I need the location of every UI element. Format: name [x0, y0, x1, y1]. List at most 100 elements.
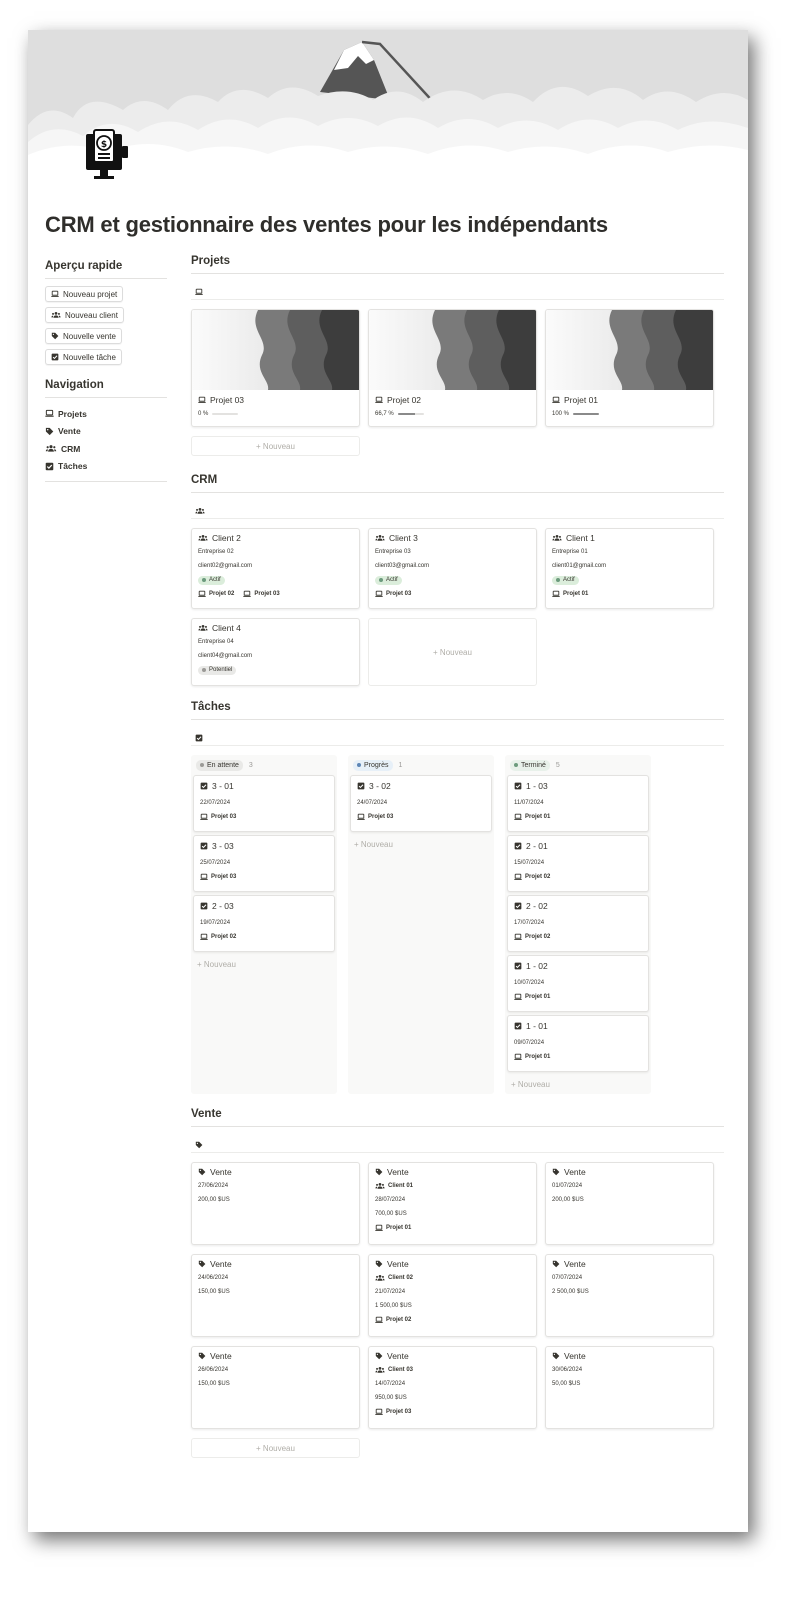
crm-view-bar[interactable] [191, 493, 724, 519]
project-card[interactable]: Projet 02 66,7 % [368, 309, 537, 427]
sale-date: 07/07/2024 [552, 1275, 583, 1281]
task-card[interactable]: 1 - 02 10/07/2024 Projet 01 [507, 955, 649, 1012]
task-date: 25/07/2024 [200, 860, 231, 866]
projects-view-bar[interactable] [191, 274, 724, 300]
project-relation[interactable]: Projet 02 [198, 590, 234, 598]
sale-date: 30/06/2024 [552, 1367, 583, 1373]
new-sale-button[interactable]: Nouvelle vente [45, 328, 122, 344]
sale-card[interactable]: Vente 07/07/2024 2 500,00 $US [545, 1254, 714, 1337]
relation-label: Projet 01 [386, 1225, 412, 1231]
new-client-card-button[interactable]: + Nouveau [368, 618, 537, 686]
sale-name: Vente [210, 1351, 232, 1361]
new-sale-card-button[interactable]: + Nouveau [191, 1438, 360, 1458]
people-icon [552, 534, 562, 542]
tag-icon [198, 1352, 206, 1360]
project-name: Projet 02 [387, 395, 422, 405]
client-relation[interactable]: Client 01 [375, 1182, 413, 1190]
project-relation[interactable]: Projet 03 [200, 813, 236, 821]
sale-card[interactable]: Vente Client 01 28/07/2024 700,00 $US Projet… [368, 1162, 537, 1245]
new-task-button[interactable]: + Nouveau [350, 835, 492, 849]
project-relation[interactable]: Projet 03 [375, 1408, 411, 1416]
tag-icon [198, 1168, 206, 1176]
project-card-cover [546, 310, 713, 390]
sale-name: Vente [387, 1259, 409, 1269]
sale-card[interactable]: Vente Client 03 14/07/2024 950,00 $US Projet… [368, 1346, 537, 1429]
task-card[interactable]: 3 - 02 24/07/2024 Projet 03 [350, 775, 492, 832]
task-card[interactable]: 2 - 02 17/07/2024 Projet 02 [507, 895, 649, 952]
project-relation[interactable]: Projet 02 [200, 933, 236, 941]
task-name: 3 - 02 [369, 781, 391, 791]
board-column-header[interactable]: Progrès 1 [350, 758, 492, 772]
project-relation[interactable]: Projet 01 [514, 813, 550, 821]
nav-item-projects[interactable]: Projets [45, 405, 167, 423]
people-icon [51, 311, 61, 319]
sale-card[interactable]: Vente 26/06/2024 150,00 $US [191, 1346, 360, 1429]
task-card[interactable]: 3 - 03 25/07/2024 Projet 03 [193, 835, 335, 892]
tasks-section: Tâches En attente 3 3 - 01 22/07/2024 Projet… [191, 701, 724, 1094]
nav-item-tasks[interactable]: Tâches [45, 458, 167, 476]
client-card[interactable]: Client 2 Entreprise 02 client02@gmail.com A… [191, 528, 360, 609]
board-column: Progrès 1 3 - 02 24/07/2024 Projet 03 + Nouve… [348, 755, 494, 1094]
client-card[interactable]: Client 4 Entreprise 04 client04@gmail.com P… [191, 618, 360, 686]
client-card[interactable]: Client 1 Entreprise 01 client01@gmail.com A… [545, 528, 714, 609]
new-task-button[interactable]: + Nouveau [193, 955, 335, 969]
sale-card[interactable]: Vente 01/07/2024 200,00 $US [545, 1162, 714, 1245]
people-icon [195, 502, 205, 514]
project-relation[interactable]: Projet 01 [514, 993, 550, 1001]
nav-item-crm[interactable]: CRM [45, 440, 167, 458]
tag-icon [375, 1168, 383, 1176]
project-relation[interactable]: Projet 03 [375, 590, 411, 598]
project-relation[interactable]: Projet 01 [514, 1053, 550, 1061]
board-column-header[interactable]: En attente 3 [193, 758, 335, 772]
status-dot [357, 763, 361, 767]
board-column-header[interactable]: Terminé 5 [507, 758, 649, 772]
task-name: 1 - 03 [526, 781, 548, 791]
money-monitor-icon[interactable]: $ [80, 128, 136, 184]
project-relation[interactable]: Projet 03 [243, 590, 280, 598]
laptop-icon [375, 1224, 383, 1232]
nav-item-sales[interactable]: Vente [45, 423, 167, 441]
sale-card[interactable]: Vente 24/06/2024 150,00 $US [191, 1254, 360, 1337]
tasks-view-bar[interactable] [191, 720, 724, 746]
client-card-title: Client 4 [198, 623, 353, 633]
sales-view-bar[interactable] [191, 1127, 724, 1153]
task-card[interactable]: 3 - 01 22/07/2024 Projet 03 [193, 775, 335, 832]
project-relation[interactable]: Projet 03 [357, 813, 393, 821]
new-task-button[interactable]: Nouvelle tâche [45, 349, 122, 365]
sale-card[interactable]: Vente Client 02 21/07/2024 1 500,00 $US Proj… [368, 1254, 537, 1337]
column-count: 3 [248, 761, 253, 769]
project-relation[interactable]: Projet 01 [552, 590, 588, 598]
client-card[interactable]: Client 3 Entreprise 03 client03@gmail.com A… [368, 528, 537, 609]
client-projects: Projet 03 [375, 587, 530, 601]
cover-image[interactable] [28, 30, 748, 165]
project-relation[interactable]: Projet 01 [375, 1224, 411, 1232]
sale-title: Vente [198, 1167, 353, 1177]
checkbox-icon [200, 902, 208, 910]
client-relation[interactable]: Client 03 [375, 1366, 413, 1374]
sale-card[interactable]: Vente 30/06/2024 50,00 $US [545, 1346, 714, 1429]
task-card[interactable]: 2 - 01 15/07/2024 Projet 02 [507, 835, 649, 892]
task-card[interactable]: 1 - 01 09/07/2024 Projet 01 [507, 1015, 649, 1072]
task-name: 2 - 01 [526, 841, 548, 851]
status-badge: Actif [198, 575, 225, 585]
project-relation[interactable]: Projet 03 [200, 873, 236, 881]
client-relation[interactable]: Client 02 [375, 1274, 413, 1282]
new-task-button[interactable]: + Nouveau [507, 1075, 649, 1089]
client-company: Entreprise 04 [198, 639, 234, 645]
status-dot [556, 578, 560, 582]
status-dot [514, 763, 518, 767]
people-icon [375, 534, 385, 542]
task-date: 24/07/2024 [357, 800, 388, 806]
project-relation[interactable]: Projet 02 [375, 1316, 411, 1324]
laptop-icon [51, 290, 59, 298]
sale-card[interactable]: Vente 27/06/2024 200,00 $US [191, 1162, 360, 1245]
project-card[interactable]: Projet 01 100 % [545, 309, 714, 427]
new-project-card-button[interactable]: + Nouveau [191, 436, 360, 456]
new-project-button[interactable]: Nouveau projet [45, 286, 124, 302]
task-card[interactable]: 2 - 03 19/07/2024 Projet 02 [193, 895, 335, 952]
project-card[interactable]: Projet 03 0 % [191, 309, 360, 427]
project-relation[interactable]: Projet 02 [514, 873, 550, 881]
task-card[interactable]: 1 - 03 11/07/2024 Projet 01 [507, 775, 649, 832]
new-client-button[interactable]: Nouveau client [45, 307, 124, 323]
project-relation[interactable]: Projet 02 [514, 933, 550, 941]
